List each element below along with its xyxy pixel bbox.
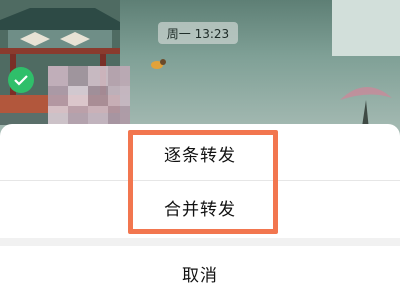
avatar[interactable] — [332, 0, 400, 56]
section-gap — [0, 238, 400, 246]
forward-action-sheet: 逐条转发 合并转发 取消 — [0, 124, 400, 300]
pixelated-image — [48, 66, 130, 126]
chat-background: 周一 13:23 — [0, 0, 400, 140]
cancel-button[interactable]: 取消 — [0, 246, 400, 300]
message-timestamp: 周一 13:23 — [158, 22, 238, 44]
forward-merged-option[interactable]: 合并转发 — [0, 180, 400, 234]
forward-one-by-one-option[interactable]: 逐条转发 — [0, 126, 400, 180]
selected-check-icon[interactable] — [8, 67, 34, 93]
bird-icon — [151, 59, 166, 69]
